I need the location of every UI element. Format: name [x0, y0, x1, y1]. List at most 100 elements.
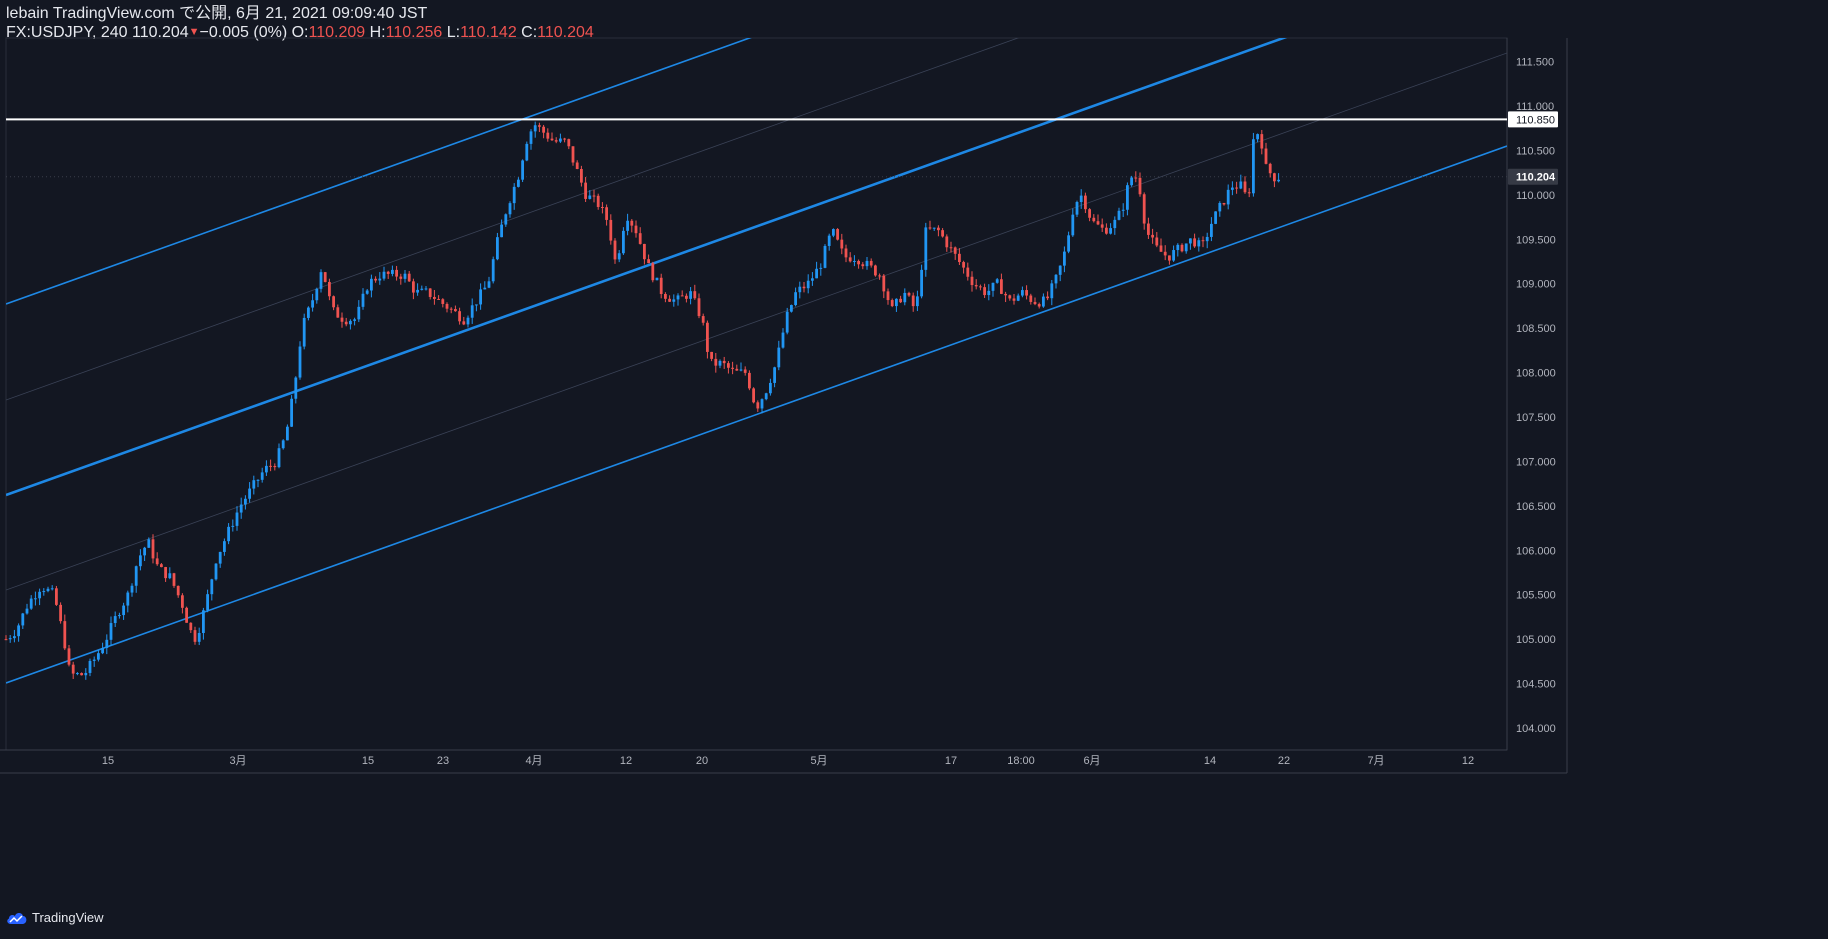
- tradingview-logo[interactable]: TradingView: [6, 910, 104, 925]
- candle-body: [773, 367, 776, 383]
- candle-body: [71, 664, 75, 674]
- candle-body: [160, 564, 163, 568]
- candle: [1222, 202, 1226, 206]
- candle-body: [1004, 293, 1007, 296]
- candle: [1046, 291, 1049, 301]
- candle-body: [974, 285, 978, 287]
- candle-body: [596, 195, 600, 207]
- candle: [533, 121, 537, 138]
- candle-body: [470, 305, 474, 318]
- candle: [206, 589, 209, 613]
- candle-body: [895, 298, 898, 307]
- candle-body: [764, 393, 768, 400]
- candle-body: [668, 298, 671, 302]
- candle: [223, 538, 226, 556]
- candle: [886, 288, 890, 305]
- candle: [525, 141, 529, 162]
- candle: [193, 626, 197, 645]
- candle-body: [1029, 295, 1033, 302]
- candle-body: [1105, 227, 1108, 234]
- candle: [424, 286, 428, 291]
- candle: [412, 278, 415, 300]
- candle-body: [1189, 238, 1192, 244]
- candle-body: [59, 604, 62, 622]
- candle-body: [1264, 148, 1268, 164]
- candle: [718, 359, 722, 369]
- candle: [13, 629, 16, 643]
- candle: [1000, 273, 1003, 295]
- candle: [1210, 217, 1213, 242]
- candle: [811, 272, 814, 286]
- candle: [1268, 162, 1272, 178]
- candle-body: [1176, 244, 1180, 251]
- candle-body: [1042, 296, 1045, 307]
- candle: [454, 305, 457, 312]
- candle-body: [815, 268, 818, 279]
- candle-body: [307, 307, 310, 318]
- candle: [336, 304, 340, 318]
- candle: [899, 295, 902, 304]
- candle-body: [848, 257, 852, 262]
- candle: [403, 269, 407, 283]
- candle-body: [861, 264, 865, 267]
- candle: [546, 128, 550, 142]
- candle-body: [664, 293, 667, 299]
- candle: [1113, 216, 1117, 235]
- candle: [357, 300, 361, 323]
- candle: [407, 270, 411, 282]
- candle: [1142, 192, 1146, 230]
- candle-body: [466, 317, 470, 325]
- candle: [470, 298, 474, 324]
- candle-body: [962, 262, 965, 268]
- candle-body: [1142, 194, 1146, 224]
- candle-body: [979, 286, 982, 288]
- candle: [420, 285, 424, 291]
- candle: [1155, 232, 1159, 248]
- candle-body: [1121, 209, 1125, 211]
- candle: [361, 288, 365, 310]
- y-tick-label: 107.500: [1516, 412, 1556, 424]
- candle: [962, 260, 965, 274]
- candle-body: [407, 273, 411, 282]
- candle-body: [622, 230, 625, 254]
- candle-body: [617, 253, 621, 260]
- candle: [966, 262, 970, 281]
- candle-body: [353, 319, 356, 321]
- candle: [916, 290, 919, 312]
- candle: [382, 266, 386, 281]
- price-chart[interactable]: 111.500 111.000 110.500 110.000 109.500 109.0…: [0, 0, 1828, 939]
- candle: [449, 307, 453, 314]
- candle: [1130, 175, 1133, 187]
- candle-body: [88, 660, 92, 673]
- upper-channel-line: [6, 38, 752, 305]
- candle-body: [1168, 255, 1171, 261]
- candle: [71, 661, 75, 679]
- candle: [857, 259, 860, 269]
- candle: [378, 272, 382, 285]
- candle-body: [869, 260, 873, 266]
- candle: [1021, 286, 1024, 298]
- candle-body: [122, 605, 125, 616]
- candle: [529, 129, 533, 150]
- candle-body: [630, 220, 634, 226]
- candle: [819, 263, 823, 276]
- candle-body: [118, 615, 121, 617]
- candle: [538, 122, 541, 132]
- candle: [164, 566, 167, 582]
- candle-body: [424, 288, 428, 290]
- candle-body: [865, 260, 869, 267]
- candle-body: [491, 259, 495, 282]
- candle-body: [911, 295, 915, 307]
- candle: [302, 313, 306, 350]
- candle-body: [760, 399, 764, 409]
- candle: [596, 193, 600, 210]
- x-tick-label: 3月: [229, 755, 246, 767]
- candle-body: [445, 303, 449, 309]
- candle: [113, 611, 117, 627]
- candle-body: [899, 298, 902, 303]
- candle-body: [1268, 163, 1272, 174]
- candle-body: [710, 351, 713, 359]
- candle-body: [382, 271, 386, 279]
- candle-body: [290, 398, 293, 427]
- y-tick-label: 111.000: [1516, 101, 1554, 113]
